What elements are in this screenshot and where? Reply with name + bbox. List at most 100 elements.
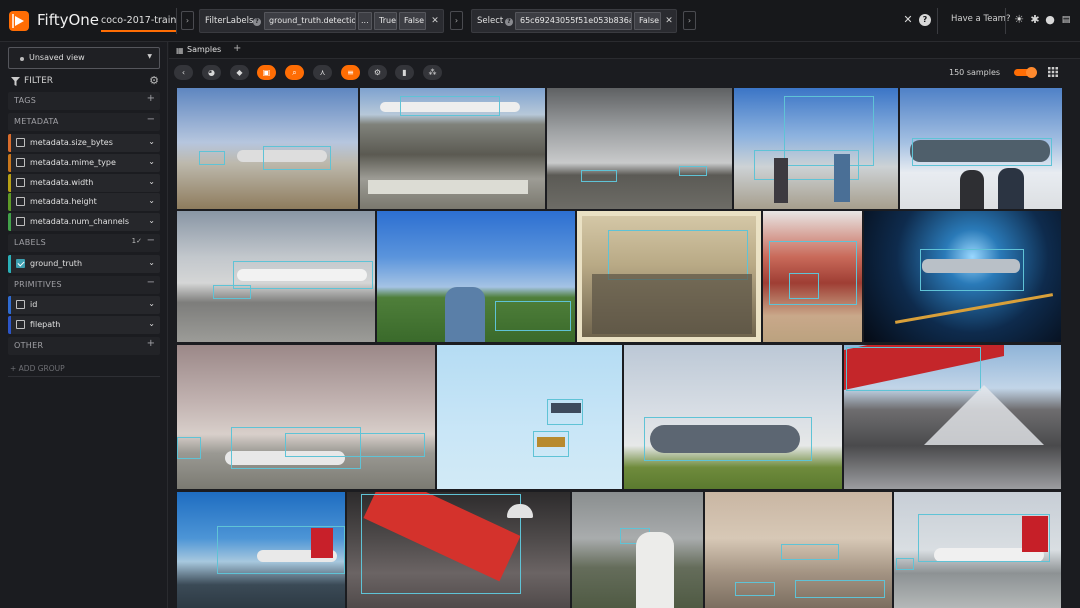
field-id[interactable]: id ⌄ bbox=[8, 296, 160, 314]
filter-labels-stage[interactable]: FilterLabels ? ground_truth.detections .… bbox=[199, 9, 444, 33]
slack-icon[interactable]: ✱ bbox=[1029, 14, 1041, 26]
field-metadata-mime-type[interactable]: metadata.mime_type ⌄ bbox=[8, 154, 160, 172]
chevron-down-icon[interactable]: ⌄ bbox=[148, 258, 155, 267]
tab-samples[interactable]: Samples bbox=[187, 45, 221, 54]
sample-thumbnail[interactable] bbox=[360, 88, 545, 209]
book-icon[interactable]: ▤ bbox=[1060, 14, 1072, 26]
operators-icon[interactable]: ⁂ bbox=[423, 65, 442, 80]
sample-thumbnail[interactable] bbox=[177, 345, 435, 489]
field-metadata-num-channels[interactable]: metadata.num_channels ⌄ bbox=[8, 213, 160, 231]
group-tags[interactable]: TAGS + bbox=[8, 92, 160, 110]
chevron-right-icon[interactable]: › bbox=[683, 11, 696, 30]
field-checkbox[interactable] bbox=[16, 300, 25, 309]
select-stage[interactable]: Select ? 65c69243055f51e053b836a5... Fal… bbox=[471, 9, 677, 33]
group-other[interactable]: OTHER + bbox=[8, 337, 160, 355]
view-selector[interactable]: Unsaved view ▼ bbox=[8, 47, 160, 69]
fiftyone-logo-icon[interactable] bbox=[8, 10, 30, 32]
similarity-search-icon[interactable]: ⌕ bbox=[285, 65, 304, 80]
stage-false-option[interactable]: False bbox=[634, 12, 661, 30]
sample-thumbnail[interactable] bbox=[844, 345, 1061, 489]
grid-zoom-slider[interactable] bbox=[1014, 67, 1037, 78]
detection-box bbox=[213, 285, 251, 299]
stage-true-option[interactable]: True bbox=[374, 12, 397, 30]
sample-thumbnail[interactable] bbox=[572, 492, 703, 608]
help-icon[interactable]: ? bbox=[919, 14, 931, 26]
sample-thumbnail[interactable] bbox=[547, 88, 732, 209]
sample-thumbnail[interactable] bbox=[900, 88, 1062, 209]
field-checkbox-checked[interactable] bbox=[16, 259, 25, 268]
add-group-button[interactable]: + ADD GROUP bbox=[10, 364, 65, 373]
field-checkbox[interactable] bbox=[16, 138, 25, 147]
stage-field-param[interactable]: ground_truth.detections bbox=[264, 12, 356, 30]
github-icon[interactable]: ● bbox=[1044, 14, 1056, 26]
field-checkbox[interactable] bbox=[16, 158, 25, 167]
close-icon[interactable]: ✕ bbox=[428, 12, 442, 30]
field-filepath[interactable]: filepath ⌄ bbox=[8, 316, 160, 334]
sample-thumbnail[interactable] bbox=[177, 88, 358, 209]
chevron-right-icon[interactable]: › bbox=[450, 11, 463, 30]
stage-more-param[interactable]: ... bbox=[358, 12, 372, 30]
palette-icon[interactable]: ◕ bbox=[202, 65, 221, 80]
clear-view-icon[interactable]: ✕ bbox=[902, 14, 914, 26]
lamp-shape bbox=[507, 504, 533, 518]
sample-thumbnail[interactable] bbox=[177, 211, 375, 342]
sample-thumbnail[interactable] bbox=[705, 492, 892, 608]
chevron-down-icon[interactable]: ⌄ bbox=[148, 196, 155, 205]
help-icon[interactable]: ? bbox=[253, 18, 261, 26]
field-metadata-width[interactable]: metadata.width ⌄ bbox=[8, 174, 160, 192]
select-all-check-icon[interactable]: 1✓ bbox=[132, 237, 142, 245]
field-checkbox[interactable] bbox=[16, 320, 25, 329]
group-metadata[interactable]: METADATA − bbox=[8, 113, 160, 131]
sample-thumbnail[interactable] bbox=[864, 211, 1061, 342]
field-ground-truth[interactable]: ground_truth ⌄ bbox=[8, 255, 160, 273]
chevron-down-icon[interactable]: ⌄ bbox=[148, 299, 155, 308]
add-panel-button[interactable]: + bbox=[233, 43, 241, 54]
field-checkbox[interactable] bbox=[16, 197, 25, 206]
histogram-icon[interactable]: ▮ bbox=[395, 65, 414, 80]
field-metadata-height[interactable]: metadata.height ⌄ bbox=[8, 193, 160, 211]
chevron-down-icon[interactable]: ⌄ bbox=[148, 157, 155, 166]
minus-icon[interactable]: − bbox=[147, 235, 155, 246]
stage-false-option[interactable]: False bbox=[399, 12, 426, 30]
sample-thumbnail[interactable] bbox=[734, 88, 898, 209]
patches-icon[interactable]: ▣ bbox=[257, 65, 276, 80]
plus-icon[interactable]: + bbox=[147, 93, 155, 104]
plus-icon[interactable]: + bbox=[147, 338, 155, 349]
sort-icon[interactable]: ≡ bbox=[341, 65, 360, 80]
chevron-down-icon[interactable]: ⌄ bbox=[148, 137, 155, 146]
sample-thumbnail[interactable] bbox=[347, 492, 570, 608]
sample-thumbnail[interactable] bbox=[624, 345, 842, 489]
sample-thumbnail[interactable] bbox=[894, 492, 1061, 608]
grid-layout-icon[interactable] bbox=[1048, 67, 1058, 77]
chevron-down-icon[interactable]: ⌄ bbox=[148, 177, 155, 186]
minus-icon[interactable]: − bbox=[147, 277, 155, 288]
have-team-link[interactable]: Have a Team? bbox=[951, 14, 1010, 24]
sample-thumbnail[interactable] bbox=[577, 211, 761, 342]
detection-box bbox=[789, 273, 819, 299]
minus-icon[interactable]: − bbox=[147, 114, 155, 125]
gear-icon[interactable]: ⚙ bbox=[149, 74, 159, 87]
sample-thumbnail[interactable] bbox=[377, 211, 575, 342]
chevron-down-icon[interactable]: ⌄ bbox=[148, 319, 155, 328]
embeddings-icon[interactable]: ⋏ bbox=[313, 65, 332, 80]
sun-icon[interactable]: ☀ bbox=[1013, 14, 1025, 26]
help-icon[interactable]: ? bbox=[505, 18, 513, 26]
group-labels[interactable]: LABELS 1✓ − bbox=[8, 234, 160, 252]
dataset-selector[interactable]: coco-2017-train bbox=[101, 15, 177, 32]
field-checkbox[interactable] bbox=[16, 178, 25, 187]
stage-ids-param[interactable]: 65c69243055f51e053b836a5... bbox=[515, 12, 632, 30]
group-primitives[interactable]: PRIMITIVES − bbox=[8, 276, 160, 294]
chevron-down-icon[interactable]: ⌄ bbox=[148, 216, 155, 225]
settings-icon[interactable]: ⚙ bbox=[368, 65, 387, 80]
chevron-left-icon[interactable]: › bbox=[181, 11, 194, 30]
tag-icon[interactable]: ◆ bbox=[230, 65, 249, 80]
field-metadata-size-bytes[interactable]: metadata.size_bytes ⌄ bbox=[8, 134, 160, 152]
panel-tabs: ▦ Samples + bbox=[169, 42, 1080, 59]
back-icon[interactable]: ‹ bbox=[174, 65, 193, 80]
sample-thumbnail[interactable] bbox=[763, 211, 862, 342]
close-icon[interactable]: ✕ bbox=[662, 12, 676, 30]
sample-thumbnail[interactable] bbox=[437, 345, 622, 489]
field-checkbox[interactable] bbox=[16, 217, 25, 226]
detection-box bbox=[918, 514, 1050, 562]
sample-thumbnail[interactable] bbox=[177, 492, 345, 608]
